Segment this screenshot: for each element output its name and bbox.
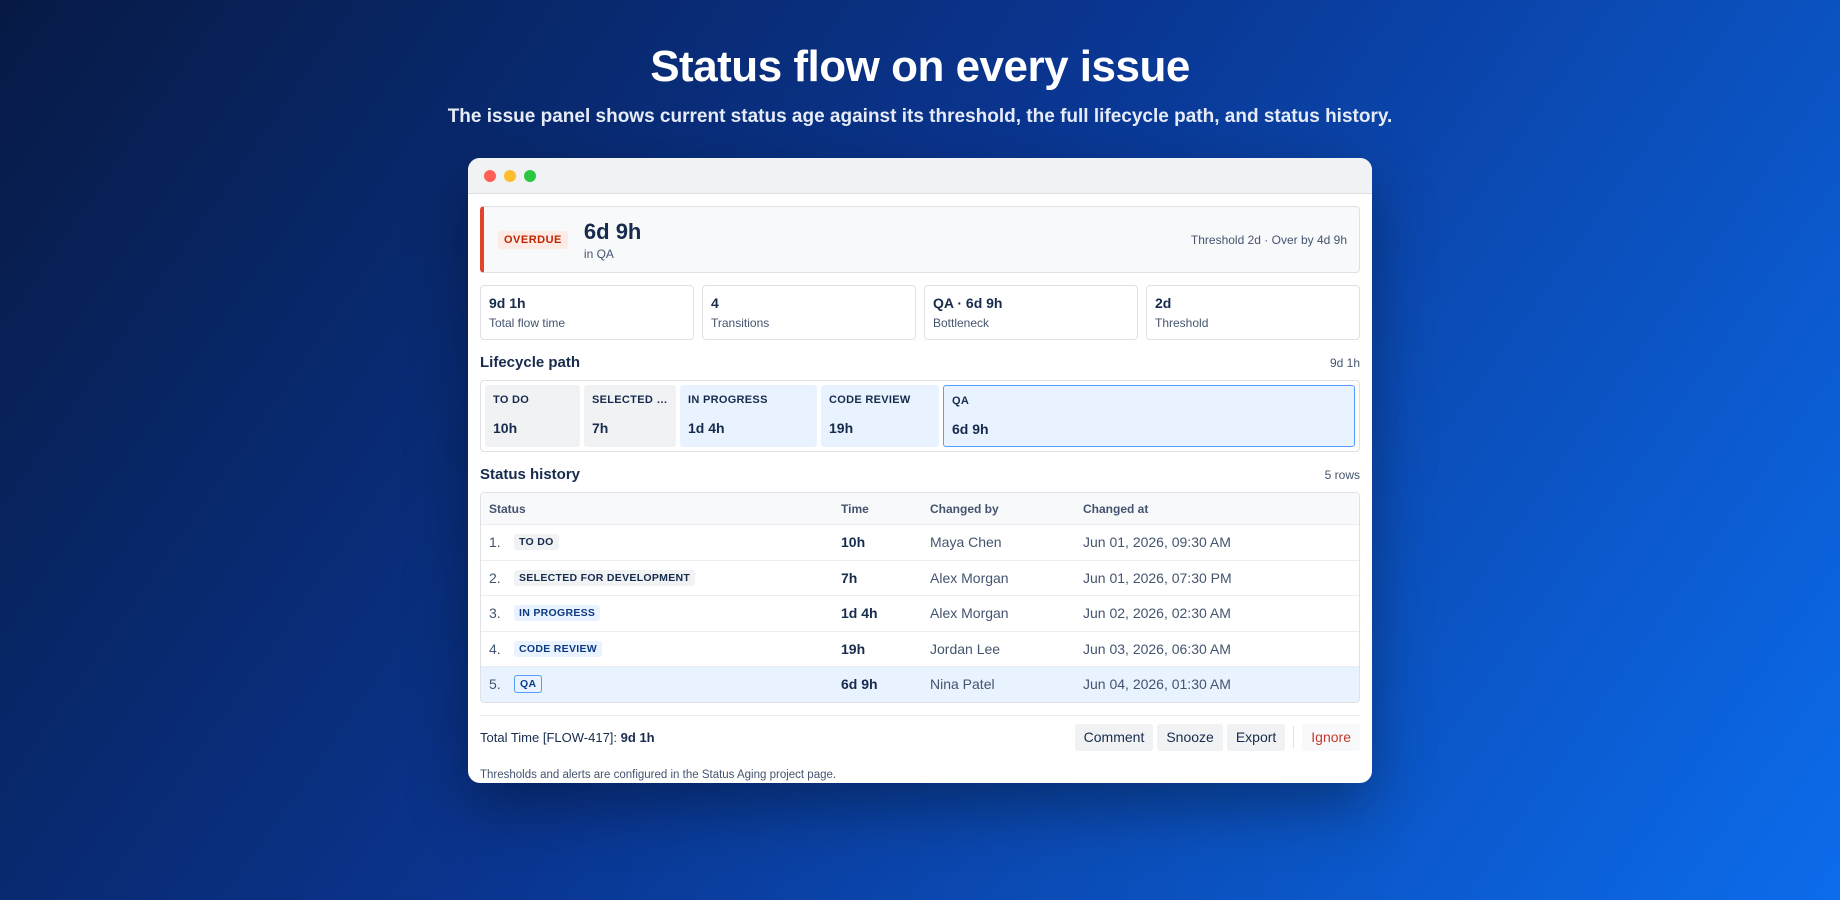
stat-total-flow-time: 9d 1h Total flow time: [480, 285, 694, 340]
history-title: Status history: [480, 466, 581, 483]
minimize-window-icon[interactable]: [504, 169, 516, 182]
row-time: 19h: [841, 640, 866, 657]
row-changed-at: Jun 02, 2026, 02:30 AM: [1083, 605, 1231, 622]
row-time: 10h: [841, 534, 866, 551]
row-number: 5.: [489, 676, 501, 693]
table-row[interactable]: 3. IN PROGRESS 1d 4h Alex Morgan Jun 02, …: [481, 595, 1359, 631]
action-buttons: Comment Snooze Export Ignore: [1074, 723, 1360, 751]
status-pill: SELECTED FOR DEVELOPMENT: [514, 569, 696, 586]
maximize-window-icon[interactable]: [524, 169, 536, 182]
history-header: Status history 5 rows: [480, 466, 1360, 486]
row-changed-at: Jun 01, 2026, 09:30 AM: [1083, 534, 1231, 551]
overdue-alert: OVERDUE 6d 9h in QA Threshold 2d · Over …: [480, 206, 1360, 273]
lifecycle-stage-in-progress[interactable]: IN PROGRESS 1d 4h: [680, 385, 817, 447]
row-changed-by: Jordan Lee: [930, 640, 1001, 657]
overdue-badge: OVERDUE: [498, 230, 568, 249]
total-time-value: 9d 1h: [620, 729, 655, 745]
row-changed-by: Alex Morgan: [930, 569, 1009, 586]
app-window: OVERDUE 6d 9h in QA Threshold 2d · Over …: [468, 158, 1372, 783]
status-pill: CODE REVIEW: [514, 640, 602, 657]
lifecycle-path: TO DO 10h SELECTED FOR DEVELOPMENT 7h IN…: [480, 380, 1360, 452]
column-header-changed-by[interactable]: Changed by: [930, 502, 1083, 516]
row-number: 4.: [489, 640, 501, 657]
table-row[interactable]: 4. CODE REVIEW 19h Jordan Lee Jun 03, 202…: [481, 630, 1359, 667]
snooze-button[interactable]: Snooze: [1157, 723, 1223, 751]
column-header-time[interactable]: Time: [841, 502, 930, 516]
comment-button[interactable]: Comment: [1074, 723, 1154, 751]
column-header-status[interactable]: Status: [481, 502, 841, 516]
status-pill: QA: [514, 675, 543, 694]
row-changed-at: Jun 03, 2026, 06:30 AM: [1083, 640, 1231, 657]
table-header-row: Status Time Changed by Changed at: [481, 493, 1359, 524]
current-status-label: in QA: [583, 246, 614, 261]
stats-row: 9d 1h Total flow time 4 Transitions QA ·…: [480, 285, 1360, 340]
lifecycle-header: Lifecycle path 9d 1h: [480, 354, 1360, 374]
row-changed-by: Maya Chen: [930, 534, 1002, 551]
lifecycle-title: Lifecycle path: [480, 354, 581, 371]
export-button[interactable]: Export: [1226, 723, 1286, 751]
threshold-detail: Threshold 2d · Over by 4d 9h: [1190, 233, 1347, 247]
panel-footer: Total Time [FLOW-417]: 9d 1h Comment Sno…: [480, 714, 1360, 759]
row-changed-at: Jun 01, 2026, 07:30 PM: [1083, 569, 1232, 586]
row-number: 3.: [489, 605, 501, 622]
table-row-current[interactable]: 5. QA 6d 9h Nina Patel Jun 04, 2026, 01:3…: [481, 666, 1359, 702]
stat-transitions: 4 Transitions: [702, 285, 916, 340]
total-time-label: Total Time [FLOW-417]:: [480, 729, 618, 745]
current-status-age: 6d 9h: [583, 218, 642, 244]
issue-panel: OVERDUE 6d 9h in QA Threshold 2d · Over …: [468, 194, 1372, 781]
row-changed-at: Jun 04, 2026, 01:30 AM: [1083, 676, 1231, 693]
column-header-changed-at[interactable]: Changed at: [1083, 502, 1359, 516]
table-row[interactable]: 2. SELECTED FOR DEVELOPMENT 7h Alex Morga…: [481, 559, 1359, 596]
window-titlebar: [468, 158, 1372, 194]
stat-threshold: 2d Threshold: [1146, 285, 1360, 340]
close-window-icon[interactable]: [484, 169, 496, 182]
lifecycle-total: 9d 1h: [1329, 356, 1360, 370]
row-time: 6d 9h: [841, 676, 878, 693]
stat-bottleneck: QA · 6d 9h Bottleneck: [924, 285, 1138, 340]
ignore-button[interactable]: Ignore: [1302, 723, 1360, 751]
configuration-note: Thresholds and alerts are configured in …: [480, 768, 837, 781]
status-history-table: Status Time Changed by Changed at 1. TO D…: [480, 492, 1360, 703]
lifecycle-stage-qa[interactable]: QA 6d 9h: [943, 385, 1355, 447]
row-time: 7h: [841, 569, 858, 586]
status-pill: IN PROGRESS: [514, 605, 601, 622]
hero-title: Status flow on every issue: [650, 42, 1190, 91]
lifecycle-stage-code-review[interactable]: CODE REVIEW 19h: [821, 385, 939, 447]
action-divider: [1293, 726, 1295, 748]
table-row[interactable]: 1. TO DO 10h Maya Chen Jun 01, 2026, 09:3…: [481, 524, 1359, 560]
row-changed-by: Nina Patel: [930, 676, 995, 693]
hero-subtitle: The issue panel shows current status age…: [447, 106, 1393, 127]
history-row-count: 5 rows: [1324, 468, 1360, 482]
lifecycle-stage-to-do[interactable]: TO DO 10h: [485, 385, 580, 447]
total-time: Total Time [FLOW-417]: 9d 1h: [480, 730, 655, 745]
row-time: 1d 4h: [841, 605, 878, 622]
lifecycle-stage-selected-for-development[interactable]: SELECTED FOR DEVELOPMENT 7h: [584, 385, 676, 447]
status-pill: TO DO: [514, 534, 559, 551]
row-number: 1.: [489, 534, 501, 551]
row-number: 2.: [489, 569, 501, 586]
row-changed-by: Alex Morgan: [930, 605, 1009, 622]
